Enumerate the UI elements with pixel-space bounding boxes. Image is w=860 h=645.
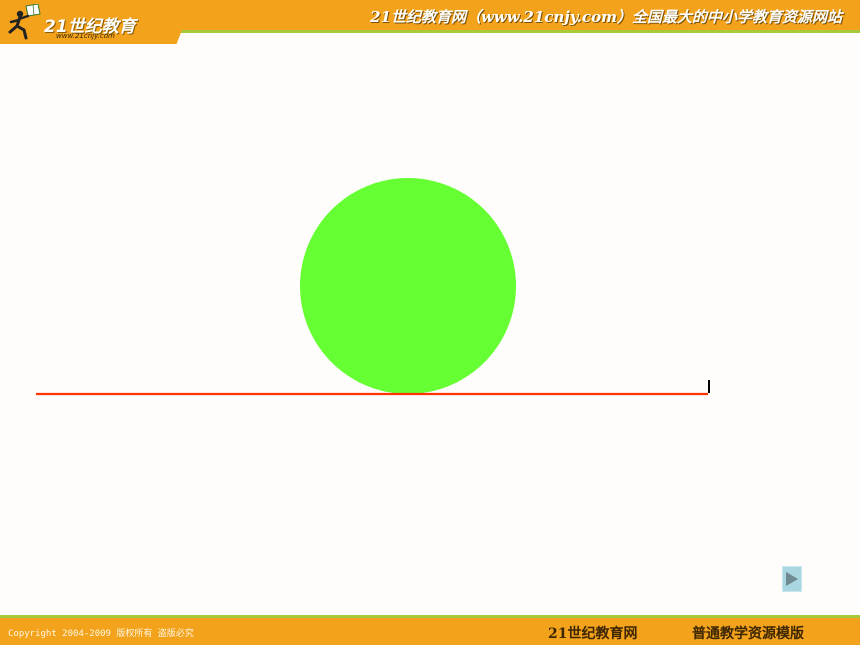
footer-banner: Copyright 2004-2009 版权所有 盗版必究 21世纪教育网 普通… [0, 615, 860, 645]
slide-stage [36, 178, 710, 396]
green-circle [300, 178, 516, 394]
play-triangle-icon [786, 572, 798, 586]
copyright-text: Copyright 2004-2009 版权所有 盗版必究 [8, 629, 194, 639]
footer-template-name: 普通教学资源模版 [692, 626, 804, 642]
footer-site-name: 21世纪教育网 [548, 626, 638, 642]
next-slide-button[interactable] [782, 566, 802, 592]
